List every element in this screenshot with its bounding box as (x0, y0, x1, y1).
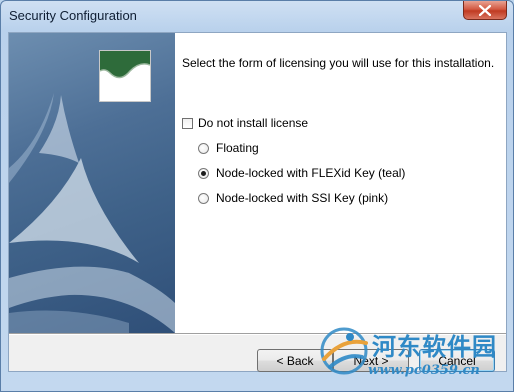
close-button[interactable] (463, 1, 507, 20)
radio-flexid-label: Node-locked with FLEXid Key (teal) (216, 166, 406, 180)
dialog-client-area: Select the form of licensing you will us… (8, 32, 507, 372)
radio-ssi-label: Node-locked with SSI Key (pink) (216, 191, 389, 205)
close-icon (479, 5, 491, 16)
radio-flexid[interactable] (198, 167, 209, 179)
radio-ssi[interactable] (198, 192, 209, 204)
logo-wave-icon (100, 51, 150, 101)
radio-row-flexid[interactable]: Node-locked with FLEXid Key (teal) (198, 165, 405, 181)
no-license-checkbox-row[interactable]: Do not install license (182, 115, 308, 131)
radio-floating-label: Floating (216, 141, 259, 155)
title-bar[interactable]: Security Configuration (1, 1, 513, 31)
button-separator (9, 333, 506, 335)
product-logo (99, 50, 151, 102)
window-title: Security Configuration (9, 8, 137, 23)
back-button[interactable]: < Back (257, 349, 333, 372)
radio-row-floating[interactable]: Floating (198, 140, 259, 156)
options-panel: Select the form of licensing you will us… (175, 33, 506, 333)
no-license-checkbox[interactable] (182, 117, 193, 129)
radio-floating[interactable] (198, 142, 209, 154)
cancel-button[interactable]: Cancel (419, 349, 495, 372)
next-button[interactable]: Next > (333, 349, 409, 372)
radio-row-ssi[interactable]: Node-locked with SSI Key (pink) (198, 190, 388, 206)
no-license-label: Do not install license (198, 116, 309, 130)
instruction-text: Select the form of licensing you will us… (182, 56, 495, 70)
dialog-window: Security Configuration Select the form o… (0, 0, 514, 392)
side-banner-image (9, 33, 175, 333)
